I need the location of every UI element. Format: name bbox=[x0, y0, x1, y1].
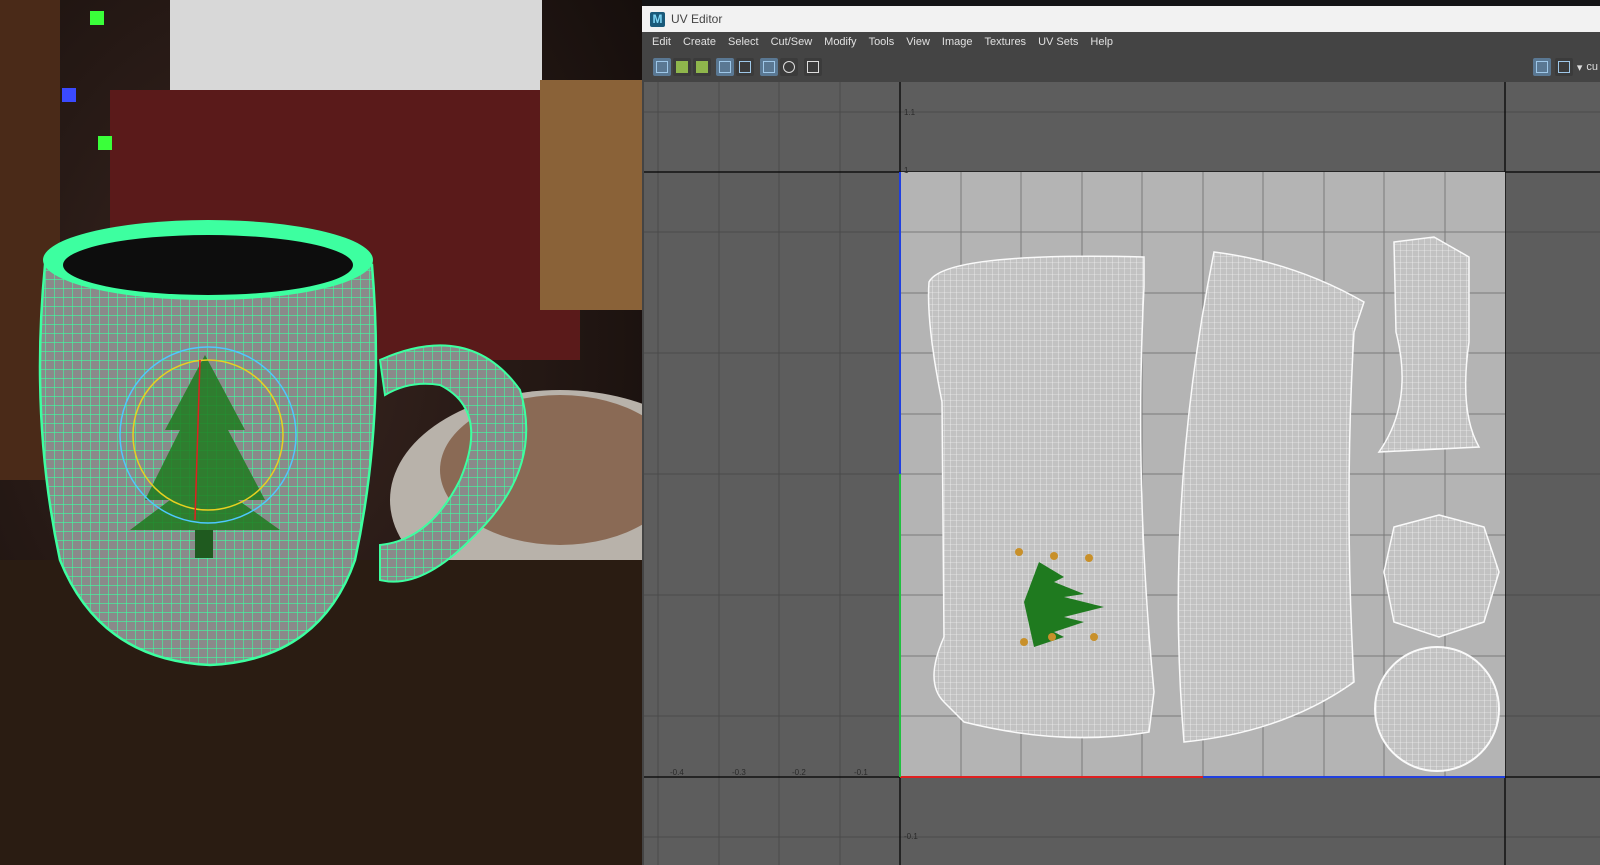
wood-plank bbox=[540, 80, 642, 310]
menu-edit[interactable]: Edit bbox=[646, 32, 677, 52]
menu-cut-sew[interactable]: Cut/Sew bbox=[765, 32, 819, 52]
menu-bar: Edit Create Select Cut/Sew Modify Tools … bbox=[642, 32, 1600, 52]
checker-tile-icon[interactable] bbox=[1554, 58, 1573, 76]
u-tick-label: -0.2 bbox=[792, 768, 806, 777]
title-bar[interactable]: M UV Editor bbox=[642, 6, 1600, 32]
3d-viewport[interactable] bbox=[0, 0, 642, 865]
menu-uv-sets[interactable]: UV Sets bbox=[1032, 32, 1084, 52]
uv-grid bbox=[644, 82, 1600, 865]
uv-snapshot-icon[interactable] bbox=[653, 58, 671, 76]
border-icon[interactable] bbox=[693, 58, 711, 76]
pixel-snap-icon[interactable] bbox=[760, 58, 778, 76]
menu-textures[interactable]: Textures bbox=[978, 32, 1032, 52]
menu-select[interactable]: Select bbox=[722, 32, 765, 52]
uv-canvas[interactable]: 1.1 1 -0.1 -0.4 -0.3 -0.2 -0.1 bbox=[644, 82, 1600, 865]
u-tick-label: -0.3 bbox=[732, 768, 746, 777]
light-marker bbox=[98, 136, 112, 150]
tree-trunk bbox=[195, 530, 213, 558]
maya-app-icon: M bbox=[650, 11, 665, 27]
checker-icon[interactable] bbox=[736, 58, 754, 76]
display-image-icon[interactable] bbox=[1532, 58, 1551, 76]
menu-view[interactable]: View bbox=[900, 32, 936, 52]
dropdown-arrow-icon[interactable]: ▾ bbox=[1577, 61, 1583, 74]
uv-editor-window: M UV Editor Edit Create Select Cut/Sew M… bbox=[642, 6, 1600, 865]
u-tick-label: -0.4 bbox=[670, 768, 684, 777]
viewport-scene bbox=[0, 0, 642, 865]
menu-tools[interactable]: Tools bbox=[863, 32, 901, 52]
grid-toggle-icon[interactable] bbox=[716, 58, 734, 76]
uv-shell-bottom bbox=[1383, 514, 1500, 638]
uv-shell-mug-back bbox=[1177, 251, 1365, 743]
toolbar-right: ▾ cu bbox=[1532, 58, 1598, 76]
camera-icon[interactable] bbox=[804, 58, 822, 76]
light-marker bbox=[62, 88, 76, 102]
dim-image-icon[interactable] bbox=[780, 58, 798, 76]
menu-modify[interactable]: Modify bbox=[818, 32, 862, 52]
v-tick-label: 1 bbox=[904, 166, 909, 175]
menu-help[interactable]: Help bbox=[1084, 32, 1119, 52]
mug-opening bbox=[63, 235, 353, 295]
menu-image[interactable]: Image bbox=[936, 32, 979, 52]
u-tick-label: -0.1 bbox=[854, 768, 868, 777]
shell-select-icon[interactable] bbox=[673, 58, 691, 76]
light-marker bbox=[90, 11, 104, 25]
uv-toolbar: ▾ cu bbox=[642, 52, 1600, 82]
v-tick-label: 1.1 bbox=[904, 108, 916, 117]
v-tick-label: -0.1 bbox=[904, 832, 918, 841]
uv-shell-mug-front bbox=[927, 255, 1155, 739]
uv-shell-base bbox=[1374, 646, 1500, 772]
uv-set-label[interactable]: cu bbox=[1586, 61, 1598, 73]
window-title: UV Editor bbox=[671, 12, 723, 26]
menu-create[interactable]: Create bbox=[677, 32, 722, 52]
